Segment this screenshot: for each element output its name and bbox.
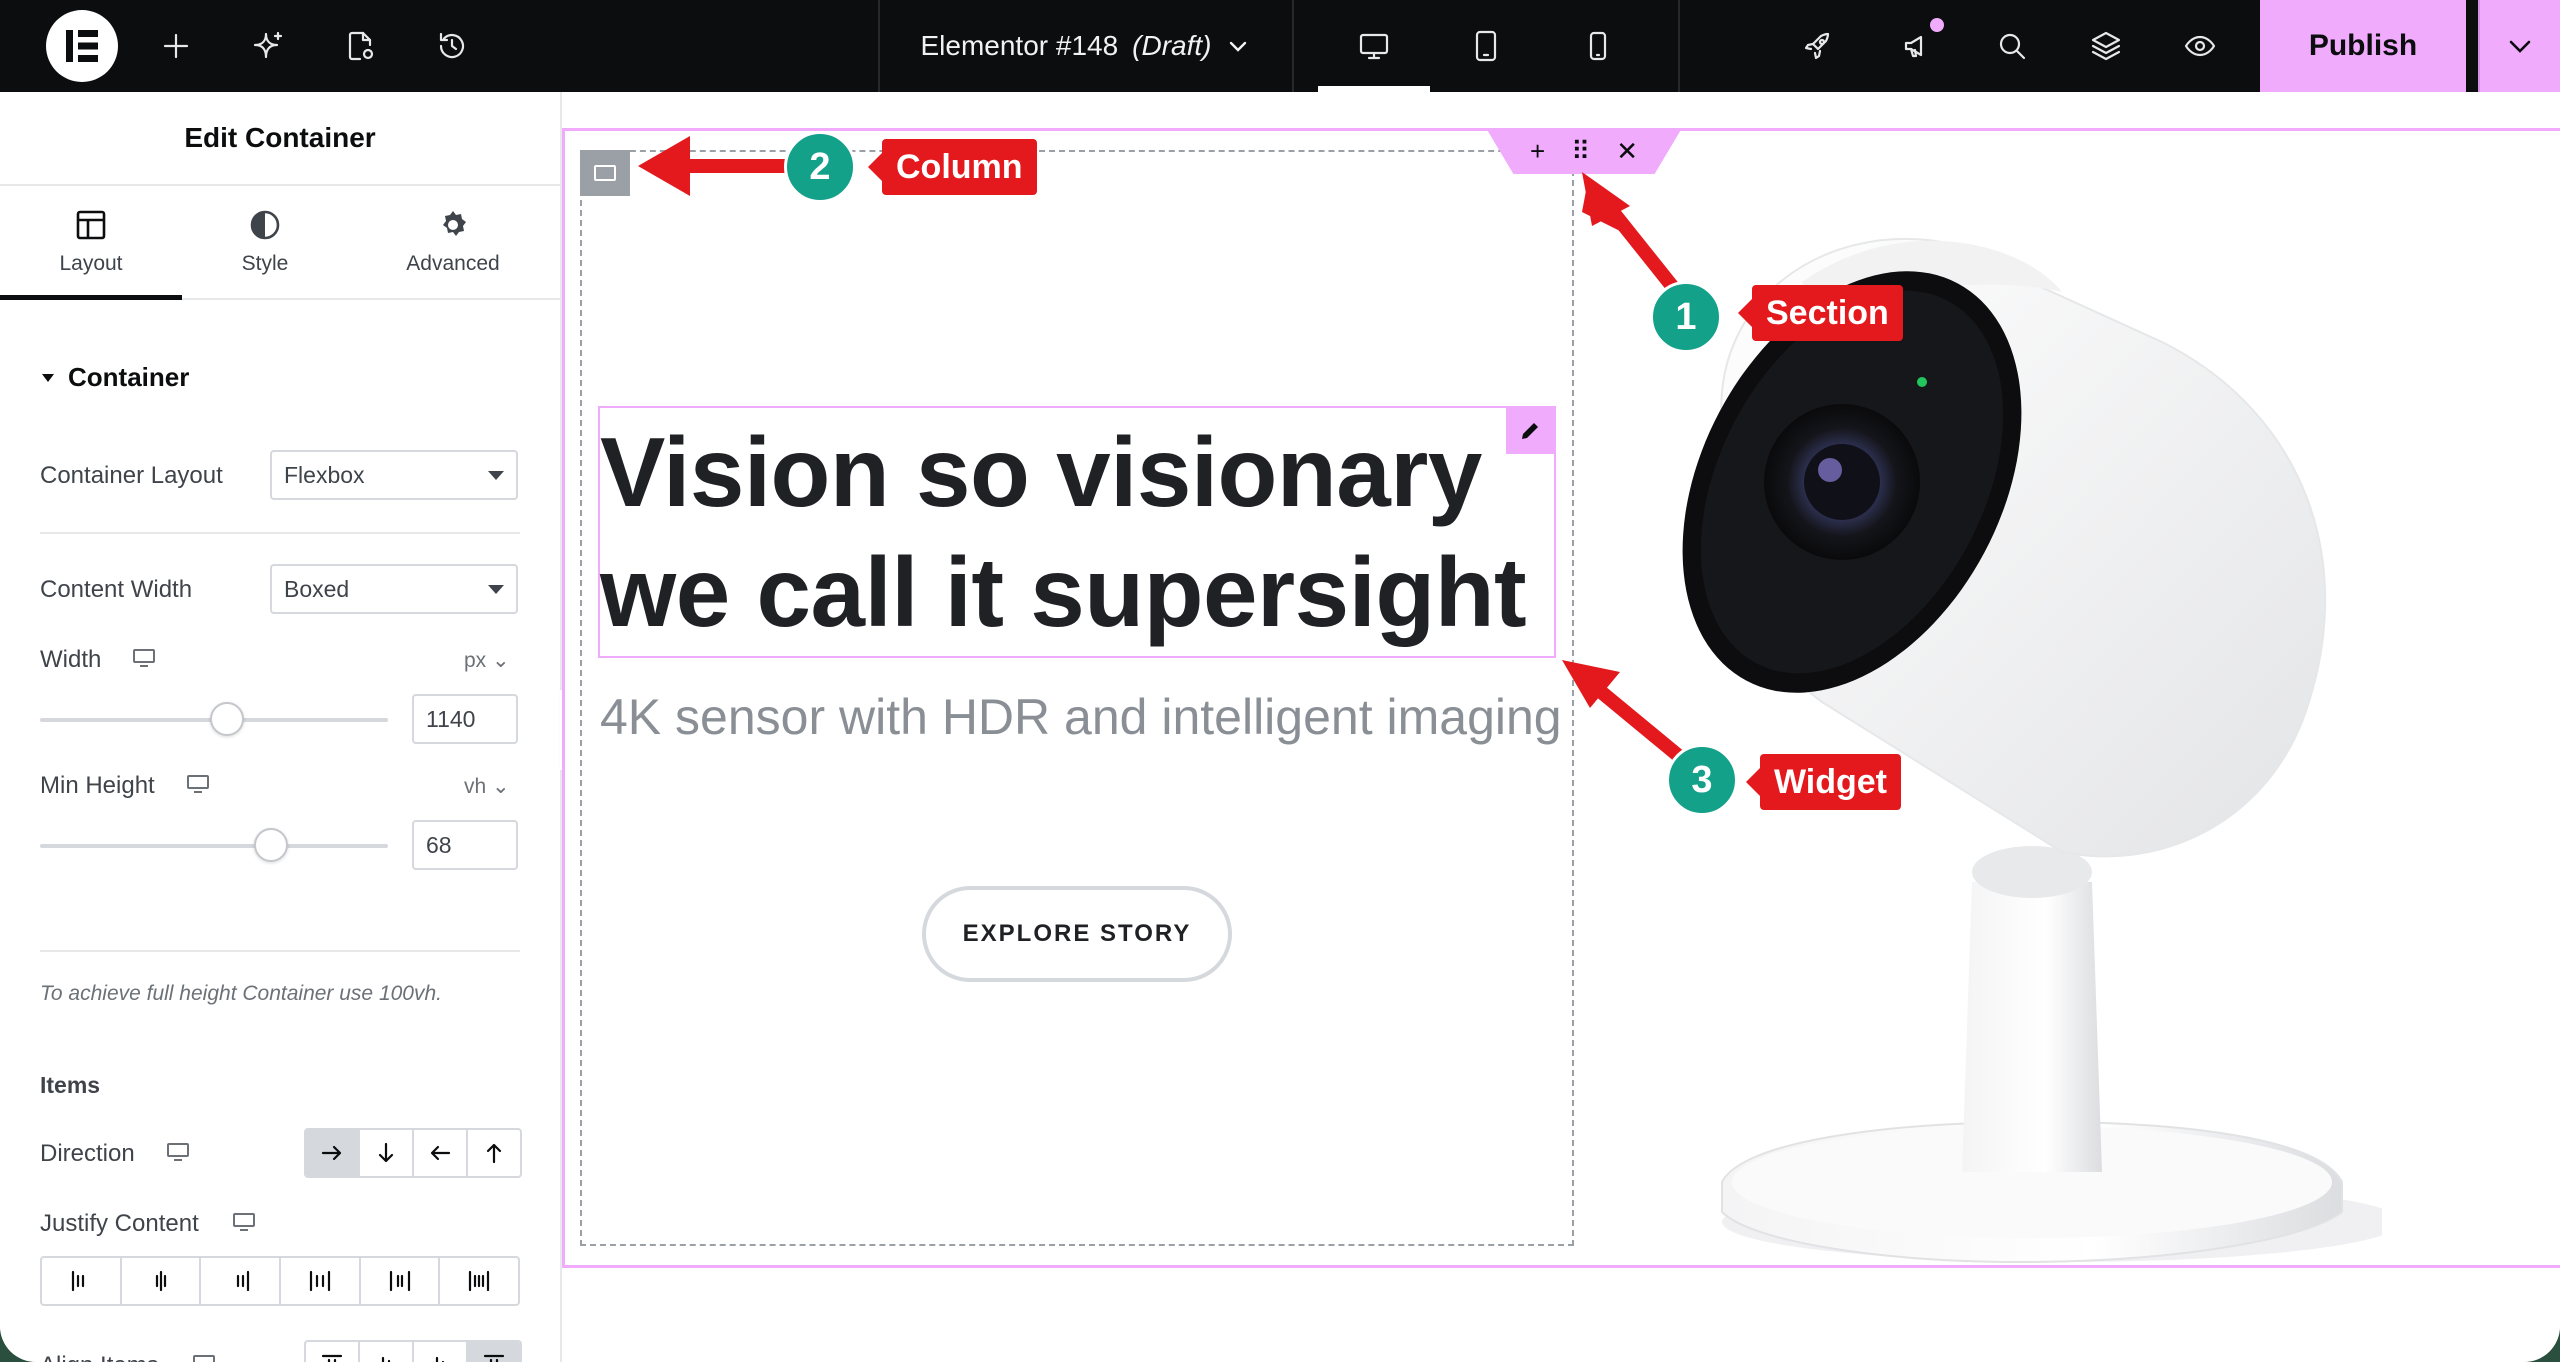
annotation-badge-3: 3 [1666, 744, 1738, 816]
annotation-label-section: Section [1738, 285, 1903, 341]
annotation-badge-2: 2 [784, 131, 856, 203]
annotation-badge-1: 1 [1650, 281, 1722, 353]
annotation-label-widget: Widget [1745, 754, 1902, 810]
annotation-label-column: Column [868, 139, 1037, 195]
elementor-editor: Elementor #148 (Draft) Publish Edit Cont… [0, 0, 2560, 1362]
annotation-arrows [638, 136, 1693, 769]
